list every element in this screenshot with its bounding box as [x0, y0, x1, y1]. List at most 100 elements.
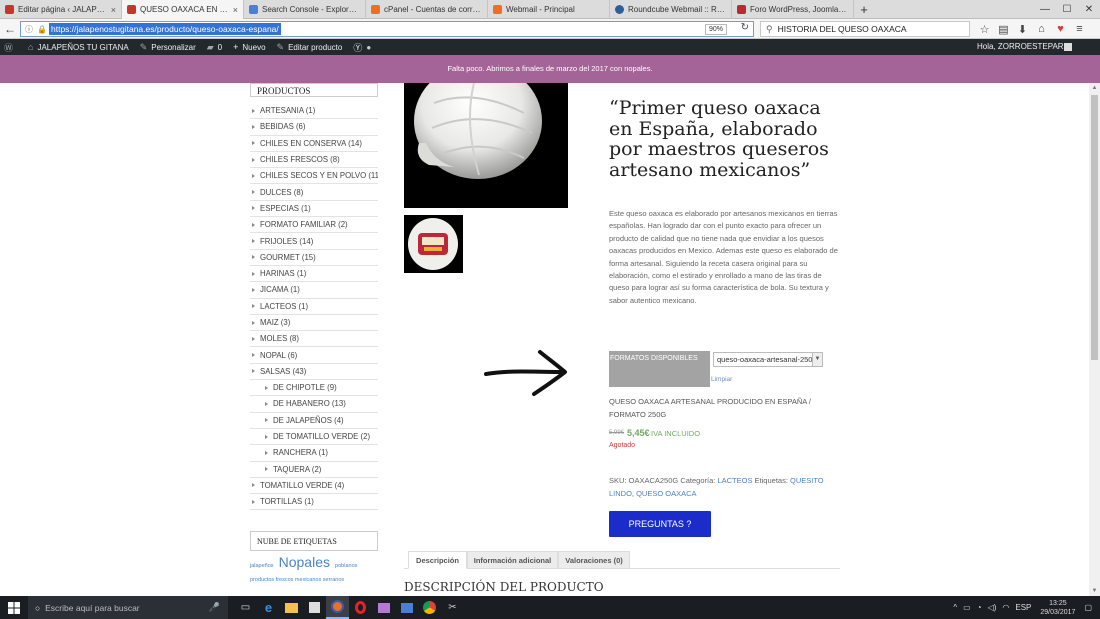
browser-tab[interactable]: cPanel - Cuentas de corre...: [366, 0, 488, 19]
home-icon[interactable]: ⌂: [1032, 23, 1051, 35]
category-item[interactable]: TOMATILLO VERDE (4): [250, 478, 378, 495]
tag-link[interactable]: poblanos: [335, 563, 357, 569]
format-select[interactable]: queso-oaxaca-artesanal-250 ▼: [713, 352, 823, 367]
subcategory-item[interactable]: DE HABANERO (13): [250, 396, 378, 413]
browser-tab[interactable]: Webmail - Principal: [488, 0, 610, 19]
user-greeting[interactable]: Hola, ZORROESTEPARIO: [977, 39, 1072, 55]
clear-selection-link[interactable]: Limpiar: [711, 376, 732, 383]
browser-search-input[interactable]: ⚲ HISTORIA DEL QUESO OAXACA: [760, 21, 970, 37]
tag-link[interactable]: Nopales: [279, 554, 330, 570]
taskbar-search-input[interactable]: ○ Escribe aquí para buscar 🎤: [28, 596, 228, 619]
start-button[interactable]: [0, 596, 28, 619]
category-item[interactable]: BEBIDAS (6): [250, 119, 378, 136]
browser-tab[interactable]: Foro WordPress, Joomla y ...: [732, 0, 854, 19]
close-window-icon[interactable]: ✕: [1078, 0, 1100, 19]
url-text[interactable]: https://jalapenostugitana.es/producto/qu…: [49, 23, 281, 35]
new-tab-button[interactable]: +: [854, 0, 874, 18]
customize-link[interactable]: ✎ Personalizar: [140, 42, 196, 53]
info-icon[interactable]: ⓘ: [25, 25, 34, 34]
category-item[interactable]: ESPECIAS (1): [250, 201, 378, 218]
questions-button[interactable]: PREGUNTAS ?: [609, 511, 711, 537]
browser-tab[interactable]: Search Console - Explorar ...: [244, 0, 366, 19]
page-scrollbar[interactable]: ▲ ▼: [1089, 83, 1100, 596]
maximize-icon[interactable]: ☐: [1056, 0, 1078, 19]
minimize-icon[interactable]: —: [1034, 0, 1056, 19]
category-item[interactable]: HARINAS (1): [250, 266, 378, 283]
reading-list-icon[interactable]: ▤: [994, 23, 1013, 36]
subcategory-item[interactable]: RANCHERA (1): [250, 445, 378, 462]
new-content-link[interactable]: + Nuevo: [233, 42, 265, 52]
tab-description[interactable]: Descripción: [408, 551, 467, 569]
close-tab-icon[interactable]: ×: [233, 5, 238, 15]
menu-icon[interactable]: ≡: [1070, 23, 1089, 35]
tab-additional-info[interactable]: Información adicional: [467, 551, 558, 569]
category-item[interactable]: ARTESANIA (1): [250, 103, 378, 120]
scroll-down-icon[interactable]: ▼: [1089, 586, 1100, 596]
category-link[interactable]: LACTEOS: [717, 476, 752, 485]
subcategory-item[interactable]: DE TOMATILLO VERDE (2): [250, 429, 378, 446]
tag-link[interactable]: productos frescos mexicanos serranos: [250, 577, 344, 583]
wifi-icon[interactable]: ◠: [1002, 603, 1009, 612]
yoast-icon[interactable]: Ⓨ ●: [353, 41, 371, 54]
category-item[interactable]: SALSAS (43): [250, 364, 378, 381]
browser-tab[interactable]: Roundcube Webmail :: Re...: [610, 0, 732, 19]
language-indicator[interactable]: ESP: [1015, 603, 1031, 612]
chevron-up-icon[interactable]: ^: [953, 603, 957, 612]
edit-product-link[interactable]: ✎ Editar producto: [277, 42, 343, 53]
subcategory-item[interactable]: DE CHIPOTLE (9): [250, 380, 378, 397]
browser-tab-active[interactable]: QUESO OAXACA EN ESPA... ×: [122, 0, 244, 19]
category-item[interactable]: FRIJOLES (14): [250, 233, 378, 250]
category-item[interactable]: FORMATO FAMILIAR (2): [250, 217, 378, 234]
network-icon[interactable]: ◔: [977, 603, 982, 612]
microphone-icon[interactable]: 🎤: [209, 602, 220, 613]
category-item[interactable]: NOPAL (6): [250, 347, 378, 364]
download-icon[interactable]: ⬇: [1013, 23, 1032, 36]
media-player-icon[interactable]: [372, 596, 395, 619]
category-item[interactable]: JICAMA (1): [250, 282, 378, 299]
comments-link[interactable]: ▰ 0: [207, 42, 222, 53]
scroll-up-icon[interactable]: ▲: [1089, 83, 1100, 93]
site-name-link[interactable]: ⌂ JALAPEÑOS TU GITANA: [28, 42, 129, 52]
wp-logo-icon[interactable]: Ⓦ: [4, 41, 17, 54]
category-item[interactable]: TORTILLAS (1): [250, 494, 378, 511]
notifications-icon[interactable]: ▢: [1084, 603, 1092, 612]
clock[interactable]: 13:25 29/03/2017: [1040, 599, 1075, 617]
task-view-icon[interactable]: ▭: [234, 596, 257, 619]
volume-icon[interactable]: ◁): [988, 603, 997, 612]
tag-link[interactable]: jalapeños: [250, 563, 274, 569]
category-item[interactable]: CHILES SECOS Y EN POLVO (11): [250, 168, 378, 185]
opera-icon[interactable]: [349, 596, 372, 619]
category-item[interactable]: DULCES (8): [250, 184, 378, 201]
category-item[interactable]: CHILES FRESCOS (8): [250, 152, 378, 169]
battery-icon[interactable]: ▭: [963, 603, 971, 612]
back-icon[interactable]: ←: [1, 22, 19, 36]
subcategory-item[interactable]: TAQUERA (2): [250, 462, 378, 478]
tab-reviews[interactable]: Valoraciones (0): [558, 551, 630, 569]
reload-icon[interactable]: ↻: [741, 22, 749, 33]
scrollbar-thumb[interactable]: [1091, 95, 1098, 360]
pocket-icon[interactable]: ♥: [1051, 23, 1070, 35]
product-main-image[interactable]: [404, 83, 568, 208]
store-icon[interactable]: [303, 596, 326, 619]
address-bar[interactable]: ⓘ 🔒 https://jalapenostugitana.es/product…: [20, 21, 754, 37]
search-text[interactable]: HISTORIA DEL QUESO OAXACA: [778, 24, 907, 34]
browser-tab[interactable]: Editar página ‹ JALAPEÑO... ×: [0, 0, 122, 19]
zoom-indicator[interactable]: 90%: [704, 24, 727, 35]
firefox-icon[interactable]: [326, 596, 349, 619]
category-item[interactable]: CHILES EN CONSERVA (14): [250, 136, 378, 152]
category-item[interactable]: MOLES (8): [250, 331, 378, 348]
category-item[interactable]: GOURMET (15): [250, 250, 378, 266]
snipping-tool-icon[interactable]: ✂: [441, 596, 464, 619]
bookmark-star-icon[interactable]: ☆: [975, 23, 994, 36]
category-item[interactable]: LACTEOS (1): [250, 299, 378, 315]
photos-icon[interactable]: [395, 596, 418, 619]
chrome-icon[interactable]: [418, 596, 441, 619]
category-item[interactable]: MAIZ (3): [250, 315, 378, 332]
subcategory-item[interactable]: DE JALAPEÑOS (4): [250, 413, 378, 429]
edge-icon[interactable]: e: [257, 596, 280, 619]
avatar[interactable]: [1064, 43, 1072, 51]
close-tab-icon[interactable]: ×: [111, 5, 116, 15]
product-thumbnail[interactable]: [404, 215, 463, 273]
tag-link[interactable]: QUESO OAXACA: [636, 489, 696, 498]
file-explorer-icon[interactable]: [280, 596, 303, 619]
